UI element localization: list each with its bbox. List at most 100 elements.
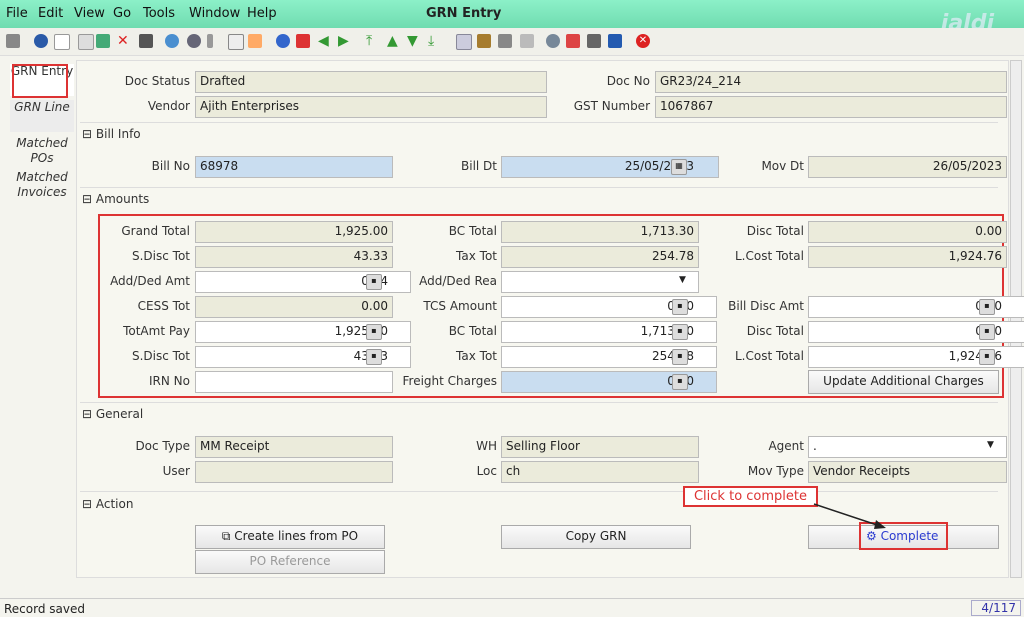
freight-charges-label: Freight Charges — [402, 374, 497, 388]
create-lines-from-po-button[interactable]: ⧉ Create lines from PO — [195, 525, 385, 549]
menu-go[interactable]: Go — [113, 6, 131, 21]
add-ded-rea-select[interactable] — [501, 271, 699, 293]
action-divider — [80, 491, 998, 492]
totamt-pay-label: TotAmt Pay — [123, 324, 190, 338]
calculator-icon[interactable]: ▪ — [672, 299, 688, 315]
cess-tot-label: CESS Tot — [137, 299, 190, 313]
last-record-icon[interactable]: ⤓ — [428, 34, 442, 48]
request-icon[interactable] — [587, 34, 601, 48]
bill-disc-amt-label: Bill Disc Amt — [728, 299, 804, 313]
tab-highlight — [12, 64, 68, 98]
bc-total-field: 1,713.30 — [501, 221, 699, 243]
calendar-icon[interactable]: ▦ — [671, 159, 687, 175]
disc-total-field: 0.00 — [808, 221, 1007, 243]
add-ded-amt-label: Add/Ded Amt — [110, 274, 190, 288]
home-icon[interactable] — [296, 34, 310, 48]
print-icon[interactable] — [498, 34, 512, 48]
update-additional-charges-button[interactable]: Update Additional Charges — [808, 370, 999, 394]
copy-grn-button[interactable]: Copy GRN — [501, 525, 691, 549]
calculator-icon[interactable]: ▪ — [979, 349, 995, 365]
chat-icon[interactable] — [228, 34, 244, 50]
general-divider — [80, 402, 998, 403]
menu-help[interactable]: Help — [247, 6, 277, 21]
callout-box: Click to complete — [683, 486, 818, 507]
tax-tot-2-label: Tax Tot — [456, 349, 497, 363]
vendor-label: Vendor — [147, 99, 190, 113]
archive-icon[interactable] — [477, 34, 491, 48]
next-record-icon[interactable]: ▼ — [407, 34, 421, 48]
disc-total-label: Disc Total — [746, 224, 804, 238]
menu-tools[interactable]: Tools — [143, 6, 175, 21]
timer-icon[interactable] — [276, 34, 290, 48]
bill-info-title: Bill Info — [95, 127, 141, 141]
amounts-section-header[interactable]: ⊟ Amounts — [82, 192, 149, 206]
mov-type-field: Vendor Receipts — [808, 461, 1007, 483]
export-icon[interactable] — [520, 34, 534, 48]
previous-record-icon[interactable]: ▲ — [387, 34, 401, 48]
bill-no-input[interactable]: 68978 — [195, 156, 393, 178]
calculator-icon[interactable]: ▪ — [366, 324, 382, 340]
delete-icon[interactable]: ✕ — [117, 34, 131, 48]
back-icon[interactable]: ◀ — [318, 34, 332, 48]
print-preview-icon[interactable] — [139, 34, 153, 48]
zoom-across-icon[interactable] — [546, 34, 560, 48]
tab-strip: GRN Entry GRN Line Matched POs Matched I… — [0, 60, 75, 580]
menu-bar: File Edit View Go Tools Window Help GRN … — [0, 0, 1024, 36]
workflow-icon[interactable] — [566, 34, 580, 48]
vertical-scrollbar[interactable] — [1010, 60, 1022, 578]
doc-status-field: Drafted — [195, 71, 547, 93]
tab-grn-line-label: GRN Line — [14, 100, 70, 114]
vendor-field: Ajith Enterprises — [195, 96, 547, 118]
loc-label: Loc — [476, 464, 497, 478]
find-icon[interactable] — [187, 34, 201, 48]
bc-total-2-label: BC Total — [448, 324, 497, 338]
chevron-down-icon[interactable]: ▼ — [679, 275, 686, 285]
refresh-icon[interactable] — [165, 34, 179, 48]
tab-matched-pos-label: Matched POs — [16, 136, 68, 165]
calculator-icon[interactable]: ▪ — [672, 324, 688, 340]
tcs-amount-label: TCS Amount — [423, 299, 497, 313]
tab-matched-invoices[interactable]: Matched Invoices — [10, 170, 74, 202]
menu-window[interactable]: Window — [189, 6, 240, 21]
menu-edit[interactable]: Edit — [38, 6, 63, 21]
forward-icon[interactable]: ▶ — [338, 34, 352, 48]
help-icon[interactable] — [34, 34, 48, 48]
menu-view[interactable]: View — [74, 6, 105, 21]
chevron-down-icon[interactable]: ▼ — [987, 440, 994, 450]
callout-arrow — [813, 503, 886, 529]
tab-matched-pos[interactable]: Matched POs — [10, 136, 74, 168]
po-reference-button[interactable]: PO Reference — [195, 550, 385, 574]
product-info-icon[interactable] — [608, 34, 622, 48]
save-icon[interactable] — [96, 34, 110, 48]
history-icon[interactable] — [248, 34, 262, 48]
menu-file[interactable]: File — [6, 6, 28, 21]
tab-grn-line[interactable]: GRN Line — [10, 100, 74, 132]
close-window-icon[interactable]: ✕ — [636, 34, 650, 48]
attachment-icon[interactable] — [207, 34, 213, 48]
action-title: Action — [95, 497, 134, 511]
disc-total-2-label: Disc Total — [746, 324, 804, 338]
first-record-icon[interactable]: ⤒ — [366, 34, 380, 48]
undo-icon[interactable] — [6, 34, 20, 48]
action-section-header[interactable]: ⊟ Action — [82, 497, 133, 511]
calculator-icon[interactable]: ▪ — [366, 349, 382, 365]
general-section-header[interactable]: ⊟ General — [82, 407, 143, 421]
new-record-icon[interactable] — [54, 34, 70, 50]
amounts-divider — [80, 187, 998, 188]
calculator-icon[interactable]: ▪ — [672, 374, 688, 390]
irn-no-input[interactable] — [195, 371, 393, 393]
agent-select[interactable]: . — [808, 436, 1007, 458]
status-message: Record saved — [4, 602, 85, 616]
calculator-icon[interactable]: ▪ — [979, 324, 995, 340]
gst-number-label: GST Number — [573, 99, 650, 113]
copy-record-icon[interactable] — [78, 34, 94, 50]
mov-type-label: Mov Type — [747, 464, 804, 478]
grand-total-label: Grand Total — [121, 224, 190, 238]
calculator-icon[interactable]: ▪ — [672, 349, 688, 365]
calculator-icon[interactable]: ▪ — [366, 274, 382, 290]
bill-info-section-header[interactable]: ⊟ Bill Info — [82, 127, 141, 141]
cess-tot-field: 0.00 — [195, 296, 393, 318]
report-icon[interactable] — [456, 34, 472, 50]
amounts-title: Amounts — [95, 192, 150, 206]
calculator-icon[interactable]: ▪ — [979, 299, 995, 315]
